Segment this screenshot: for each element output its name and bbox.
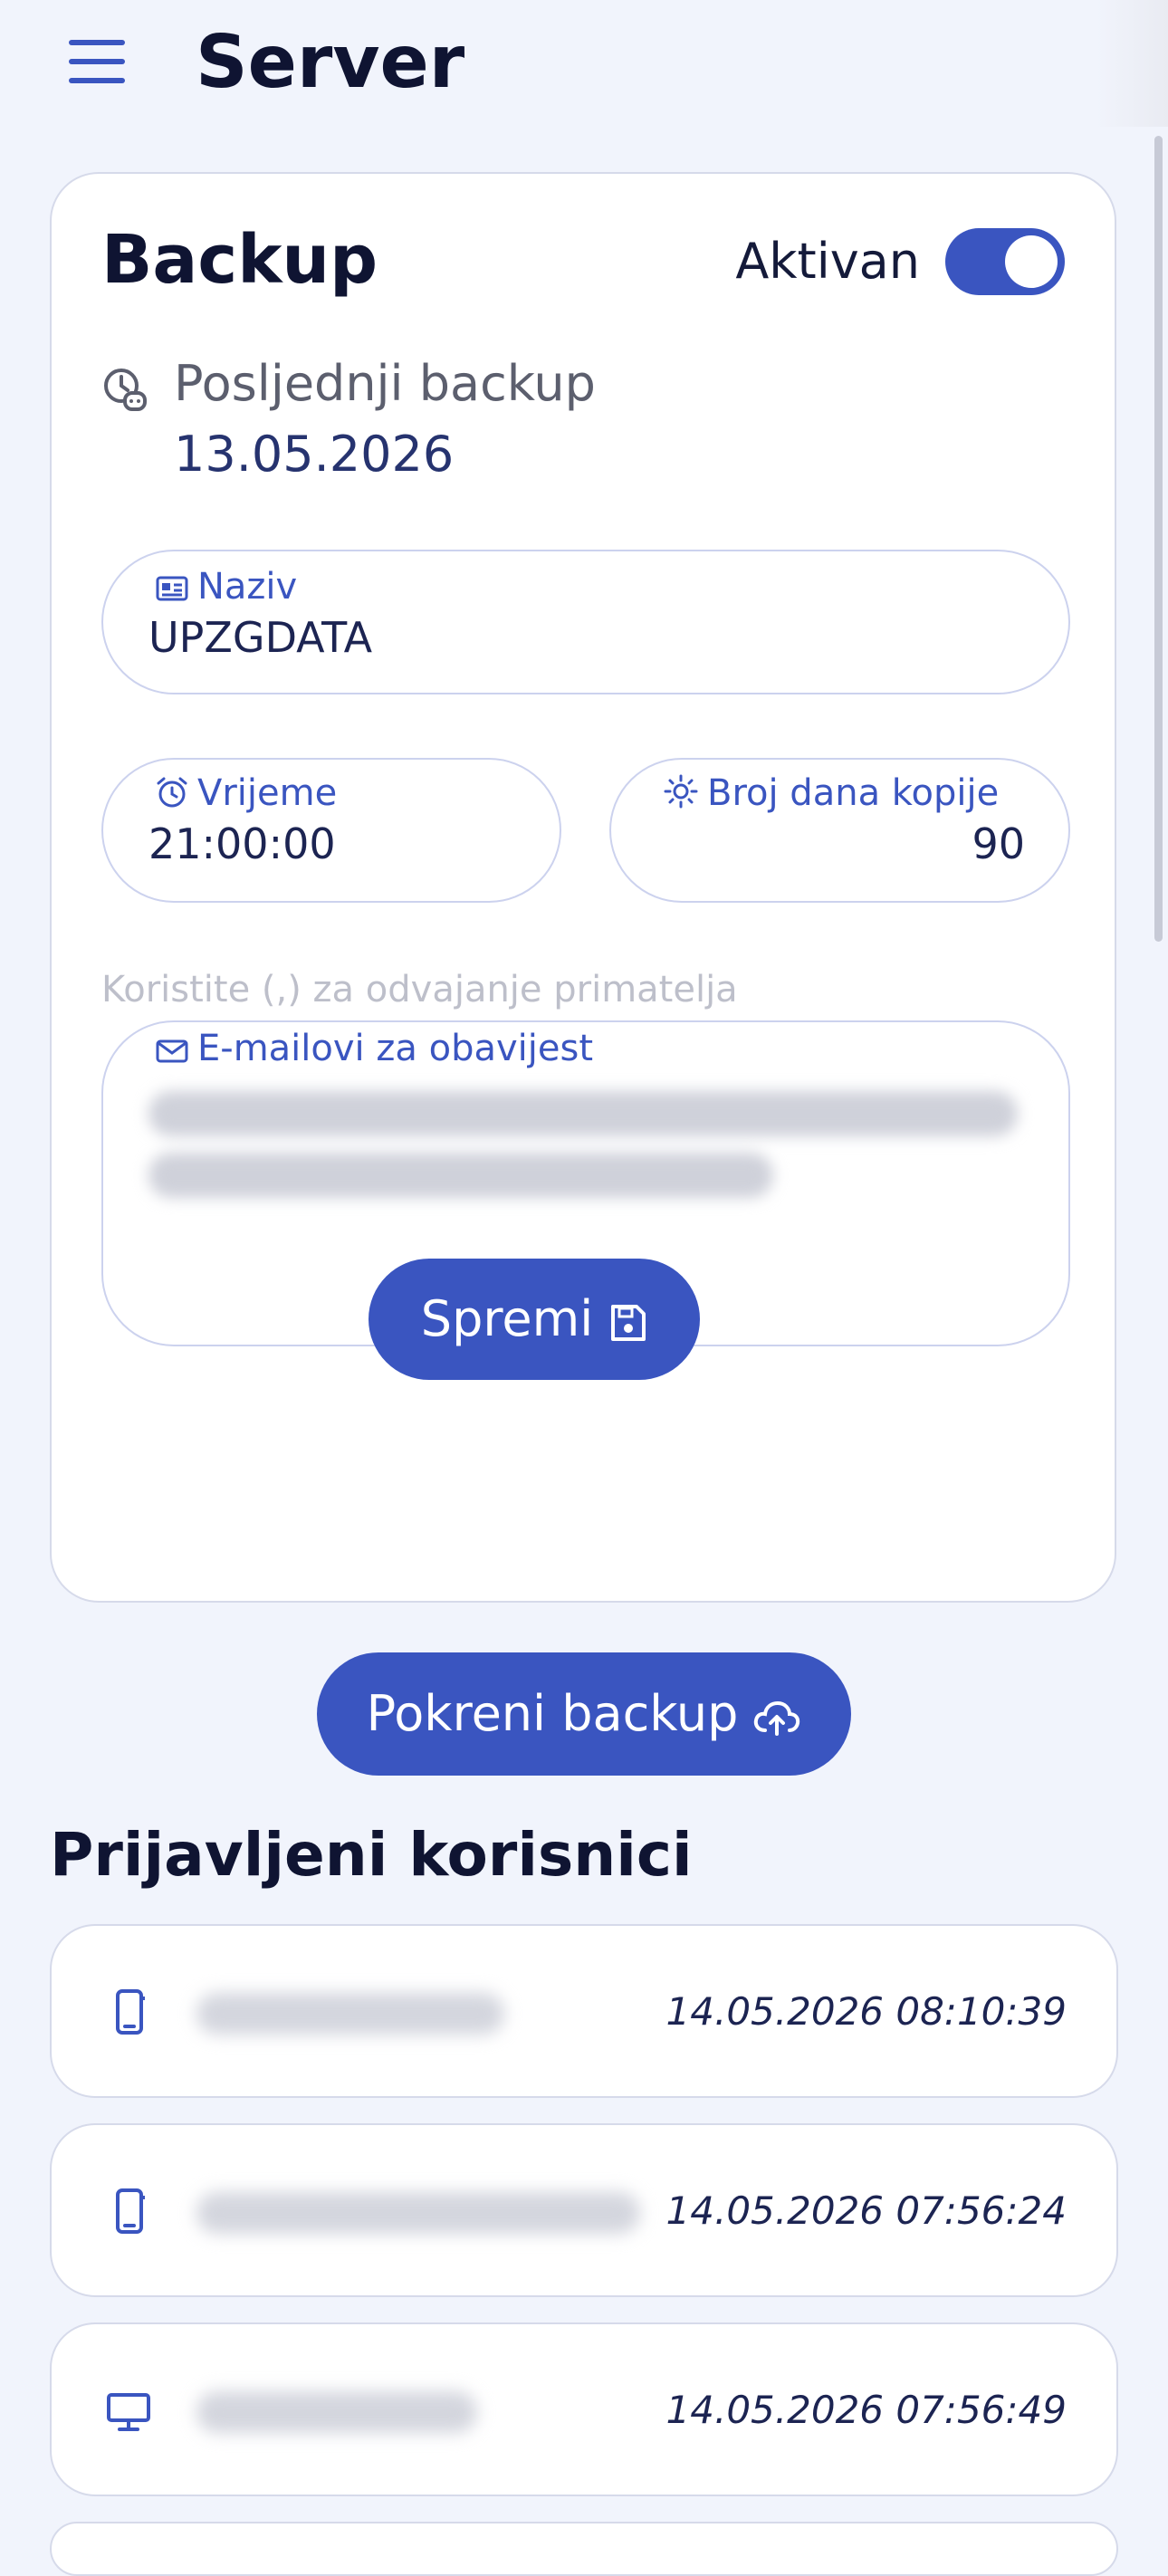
broj-dana-input[interactable]: 90 xyxy=(972,819,1025,868)
last-backup-label: Posljednji backup xyxy=(174,355,596,412)
save-button-label: Spremi xyxy=(420,1290,594,1347)
run-backup-button-label: Pokreni backup xyxy=(366,1685,739,1742)
emails-textarea-redacted[interactable] xyxy=(148,1082,1018,1209)
user-timestamp: 14.05.2026 07:56:24 xyxy=(665,2188,1067,2233)
email-hint: Koristite (,) za odvajanje primatelja xyxy=(101,969,738,1010)
desktop-icon xyxy=(107,2393,150,2431)
user-timestamp: 14.05.2026 07:56:49 xyxy=(665,2388,1067,2432)
emails-label-text: E-mailovi za obavijest xyxy=(197,1028,594,1069)
top-bar xyxy=(0,0,1168,127)
vrijeme-label: Vrijeme xyxy=(156,772,337,814)
clock-history-icon xyxy=(104,369,147,411)
naziv-label-text: Naziv xyxy=(197,566,298,608)
broj-dana-field[interactable]: Broj dana kopije 90 xyxy=(609,758,1070,903)
vrijeme-label-text: Vrijeme xyxy=(197,772,338,814)
sun-icon xyxy=(664,774,698,809)
broj-dana-label: Broj dana kopije xyxy=(664,772,999,814)
hamburger-menu-icon[interactable] xyxy=(69,40,127,85)
mobile-icon xyxy=(116,1989,145,2035)
active-toggle-knob xyxy=(1005,235,1058,288)
naziv-label: Naziv xyxy=(156,566,297,608)
user-timestamp: 14.05.2026 08:10:39 xyxy=(665,1989,1067,2034)
user-name-redacted xyxy=(196,1993,504,2035)
broj-dana-label-text: Broj dana kopije xyxy=(707,772,1000,814)
user-row[interactable]: 14.05.2026 07:56:49 xyxy=(50,2322,1118,2496)
floppy-disk-icon xyxy=(611,1305,646,1341)
user-row[interactable]: 14.05.2026 07:56:24 xyxy=(50,2123,1118,2297)
cloud-upload-icon xyxy=(754,1700,800,1736)
active-toggle[interactable] xyxy=(945,228,1065,295)
backup-card-title: Backup xyxy=(101,221,378,299)
last-backup-value: 13.05.2026 xyxy=(174,426,455,483)
user-row[interactable]: 14.05.2026 08:10:39 xyxy=(50,1924,1118,2098)
top-bar-fade xyxy=(1096,0,1168,127)
backup-card: Backup Aktivan Posljednji backup 13.05.2… xyxy=(50,172,1116,1603)
user-row-partial[interactable] xyxy=(50,2522,1118,2576)
page-title: Server xyxy=(196,20,465,104)
scrollbar[interactable] xyxy=(1154,136,1163,942)
vrijeme-input[interactable]: 21:00:00 xyxy=(148,819,336,868)
id-card-icon xyxy=(156,576,188,601)
users-section-title: Prijavljeni korisnici xyxy=(50,1820,693,1890)
save-button[interactable]: Spremi xyxy=(369,1259,700,1380)
mobile-icon xyxy=(116,2188,145,2234)
active-toggle-label: Aktivan xyxy=(735,233,920,290)
naziv-input[interactable]: UPZGDATA xyxy=(148,613,372,662)
user-name-redacted xyxy=(196,2192,640,2234)
run-backup-button[interactable]: Pokreni backup xyxy=(317,1652,851,1776)
emails-label: E-mailovi za obavijest xyxy=(156,1028,593,1069)
vrijeme-field[interactable]: Vrijeme 21:00:00 xyxy=(101,758,561,903)
mail-icon xyxy=(156,1039,188,1063)
naziv-field[interactable]: Naziv UPZGDATA xyxy=(101,550,1070,694)
alarm-clock-icon xyxy=(157,777,187,808)
user-name-redacted xyxy=(196,2391,477,2433)
